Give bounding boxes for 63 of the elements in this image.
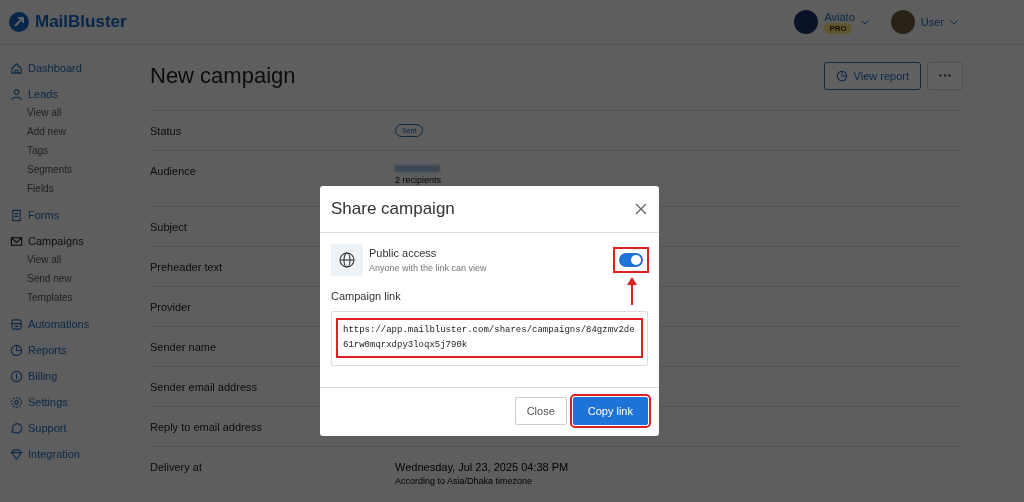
field-label: Preheader text xyxy=(150,260,223,273)
avatar-circle xyxy=(890,10,915,34)
coin-icon xyxy=(10,369,23,383)
field-label: Audience xyxy=(150,165,196,177)
gear-icon xyxy=(10,395,23,409)
copy-button[interactable]: Copy link xyxy=(572,397,648,425)
field-label: Sender name xyxy=(150,340,217,353)
user-name: User xyxy=(920,16,944,28)
person-icon xyxy=(10,87,23,101)
sidebar-subitem[interactable]: Tags xyxy=(10,141,150,160)
chevron-down-icon xyxy=(860,19,869,25)
arrow-icon xyxy=(627,277,637,305)
sidebar-item[interactable]: Support xyxy=(10,419,150,437)
diamond-icon xyxy=(10,447,23,461)
page-title: New campaign xyxy=(150,62,296,89)
field-label: Delivery at xyxy=(150,461,202,473)
globe-icon xyxy=(339,252,355,268)
more-icon xyxy=(939,74,951,77)
sidebar-subitem[interactable]: View all xyxy=(10,103,150,122)
brand-name[interactable]: MailBluster xyxy=(35,12,127,32)
sidebar-subitem[interactable]: Templates xyxy=(10,288,150,307)
pie-chart-icon xyxy=(835,69,848,82)
field-note: 2 recipients xyxy=(395,175,442,185)
field-label: Subject xyxy=(150,220,187,233)
access-description: Anyone with the link can view xyxy=(369,263,488,273)
user-menu[interactable]: User xyxy=(890,10,958,34)
field-label: Provider xyxy=(150,300,191,313)
view-report-button[interactable]: View report xyxy=(823,61,921,90)
sidebar-subitem[interactable]: View all xyxy=(10,250,150,269)
form-icon xyxy=(10,208,23,222)
dialog-title: Share campaign xyxy=(331,199,455,219)
sidebar-subitem[interactable]: Segments xyxy=(10,160,150,179)
link-text: https://app.mailbluster.com/shares/campaigns/84gzmv2de61rw0mqrxdpy3loqx5j790k xyxy=(338,320,641,356)
workspace-avatar xyxy=(794,10,819,34)
blurred-name xyxy=(395,165,440,172)
chevron-down-icon xyxy=(950,19,958,25)
sidebar-item[interactable]: Billing xyxy=(10,367,150,385)
envelope-icon xyxy=(10,234,23,248)
sidebar-subitem[interactable]: Add new xyxy=(10,122,150,141)
pie-chart-icon xyxy=(10,343,23,357)
field-label: Status xyxy=(150,124,182,137)
sidebar-subitem[interactable]: Send new xyxy=(10,269,150,288)
plan-badge: PRO xyxy=(824,22,852,34)
close-button[interactable]: Close xyxy=(514,397,567,425)
chat-bubble-icon xyxy=(10,421,23,435)
link-label: Campaign link xyxy=(331,290,402,302)
access-title: Public access xyxy=(369,247,438,259)
home-icon xyxy=(10,61,23,75)
sidebar-item[interactable]: Settings xyxy=(10,393,150,411)
workspace-name: Aviato xyxy=(824,10,855,23)
sidebar-item[interactable]: Dashboard xyxy=(10,59,150,77)
workspace-switcher[interactable]: Aviato PRO xyxy=(794,10,869,34)
sidebar-subitem[interactable]: Fields xyxy=(10,179,150,198)
sidebar-item[interactable]: Integration xyxy=(10,445,150,463)
sidebar-item[interactable]: Automations xyxy=(10,315,150,333)
field-label: Reply to email address xyxy=(150,420,262,433)
sidebar-item[interactable]: Reports xyxy=(10,341,150,359)
sidebar-item[interactable]: Forms xyxy=(10,206,150,224)
field-label: Sender email address xyxy=(150,380,257,393)
sidebar-item[interactable]: Leads xyxy=(10,85,150,103)
field-note: According to Asia/Dhaka timezone xyxy=(395,476,533,486)
close-icon[interactable] xyxy=(635,203,647,215)
sidebar-item[interactable]: Campaigns xyxy=(10,232,150,250)
